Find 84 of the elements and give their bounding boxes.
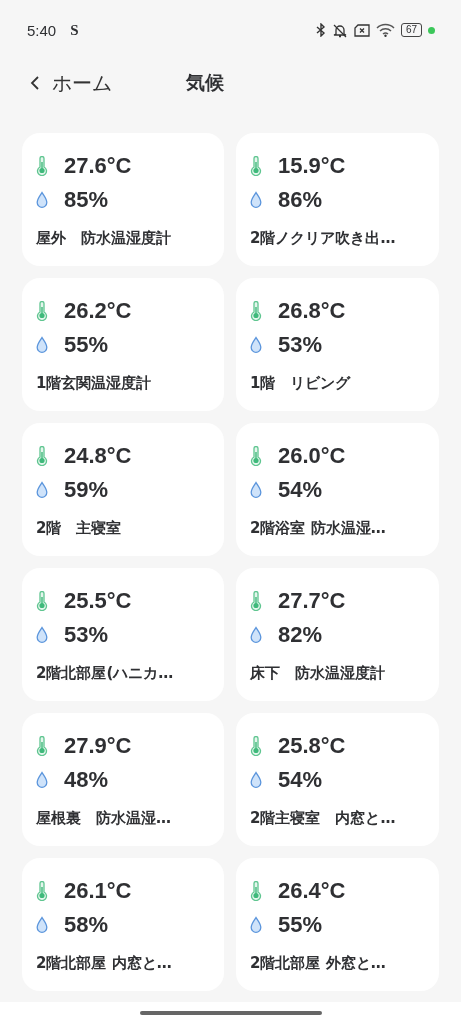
sensor-card[interactable]: 26.4°C 55% 2階北部屋 外窓と… — [236, 858, 439, 991]
notification-glyph: S — [70, 21, 79, 39]
water-drop-icon — [36, 481, 48, 499]
back-chevron-icon — [30, 75, 40, 91]
humidity-value: 85% — [64, 187, 109, 213]
temperature-value: 26.0°C — [278, 443, 346, 469]
sensor-card[interactable]: 26.0°C 54% 2階浴室 防水温湿… — [236, 423, 439, 556]
thermometer-icon — [36, 446, 48, 466]
sensor-card[interactable]: 26.1°C 58% 2階北部屋 内窓と… — [22, 858, 224, 991]
water-drop-icon — [250, 336, 262, 354]
temperature-value: 24.8°C — [64, 443, 132, 469]
muted-bell-icon — [331, 22, 348, 38]
sensor-name: 床下 防水温湿度計 — [250, 664, 386, 683]
thermometer-icon — [36, 301, 48, 321]
temperature-value: 27.9°C — [64, 733, 132, 759]
indicator-dot — [428, 26, 435, 34]
humidity-value: 59% — [64, 477, 109, 503]
sensor-name: 屋根裏 防水温湿… — [36, 809, 172, 828]
temperature-value: 26.2°C — [64, 298, 132, 324]
sensor-name: 2階浴室 防水温湿… — [250, 519, 387, 538]
battery-icon: 67 — [400, 23, 422, 37]
thermometer-icon — [250, 591, 262, 611]
humidity-value: 82% — [278, 622, 323, 648]
humidity-value: 54% — [278, 767, 323, 793]
sensor-card[interactable]: 27.7°C 82% 床下 防水温湿度計 — [236, 568, 439, 701]
thermometer-icon — [250, 156, 262, 176]
water-drop-icon — [36, 336, 48, 354]
sensor-name: 1階 リビング — [250, 374, 352, 393]
sensor-name: 2階北部屋 内窓と… — [36, 954, 173, 973]
temperature-value: 15.9°C — [278, 153, 346, 179]
bluetooth-icon — [315, 23, 326, 37]
thermometer-icon — [250, 736, 262, 756]
sensor-name: 2階北部屋(ハニカ… — [36, 664, 175, 683]
thermometer-icon — [36, 156, 48, 176]
water-drop-icon — [36, 191, 48, 209]
humidity-value: 55% — [64, 332, 109, 358]
temperature-value: 27.6°C — [64, 153, 132, 179]
humidity-value: 55% — [278, 912, 323, 938]
sensor-card[interactable]: 26.8°C 53% 1階 リビング — [236, 278, 439, 411]
sensor-name: 2階北部屋 外窓と… — [250, 954, 387, 973]
water-drop-icon — [36, 771, 48, 789]
wifi-icon — [375, 23, 395, 37]
humidity-value: 48% — [64, 767, 109, 793]
sensor-card[interactable]: 15.9°C 86% 2階ノクリア吹き出… — [236, 133, 439, 266]
sensor-card[interactable]: 27.6°C 85% 屋外 防水温湿度計 — [22, 133, 224, 266]
humidity-value: 54% — [278, 477, 323, 503]
temperature-value: 25.8°C — [278, 733, 346, 759]
water-drop-icon — [250, 771, 262, 789]
thermometer-icon — [36, 591, 48, 611]
sensor-name: 2階 主寝室 — [36, 519, 123, 538]
humidity-value: 86% — [278, 187, 323, 213]
humidity-value: 58% — [64, 912, 109, 938]
temperature-value: 25.5°C — [64, 588, 132, 614]
page-title: 気候 — [186, 70, 224, 95]
back-button[interactable]: ホーム — [30, 69, 112, 97]
crossed-box-icon — [353, 23, 370, 37]
sensor-card[interactable]: 27.9°C 48% 屋根裏 防水温湿… — [22, 713, 224, 846]
sensor-name: 1階玄関温湿度計 — [36, 374, 153, 393]
home-indicator[interactable] — [139, 1011, 322, 1015]
thermometer-icon — [250, 301, 262, 321]
thermometer-icon — [250, 881, 262, 901]
status-time: 5:40 — [27, 21, 57, 39]
sensor-name: 屋外 防水温湿度計 — [36, 229, 172, 248]
sensor-name: 2階ノクリア吹き出… — [250, 229, 397, 248]
sensor-card[interactable]: 25.8°C 54% 2階主寝室 内窓と… — [236, 713, 439, 846]
sensor-name: 2階主寝室 内窓と… — [250, 809, 397, 828]
water-drop-icon — [36, 916, 48, 934]
thermometer-icon — [250, 446, 262, 466]
sensor-card[interactable]: 26.2°C 55% 1階玄関温湿度計 — [22, 278, 224, 411]
temperature-value: 26.1°C — [64, 878, 132, 904]
water-drop-icon — [250, 626, 262, 644]
thermometer-icon — [36, 736, 48, 756]
temperature-value: 26.8°C — [278, 298, 346, 324]
temperature-value: 26.4°C — [278, 878, 346, 904]
humidity-value: 53% — [64, 622, 109, 648]
water-drop-icon — [250, 916, 262, 934]
sensor-card[interactable]: 25.5°C 53% 2階北部屋(ハニカ… — [22, 568, 224, 701]
thermometer-icon — [36, 881, 48, 901]
water-drop-icon — [250, 191, 262, 209]
water-drop-icon — [36, 626, 48, 644]
humidity-value: 53% — [278, 332, 323, 358]
temperature-value: 27.7°C — [278, 588, 346, 614]
water-drop-icon — [250, 481, 262, 499]
sensor-card[interactable]: 24.8°C 59% 2階 主寝室 — [22, 423, 224, 556]
